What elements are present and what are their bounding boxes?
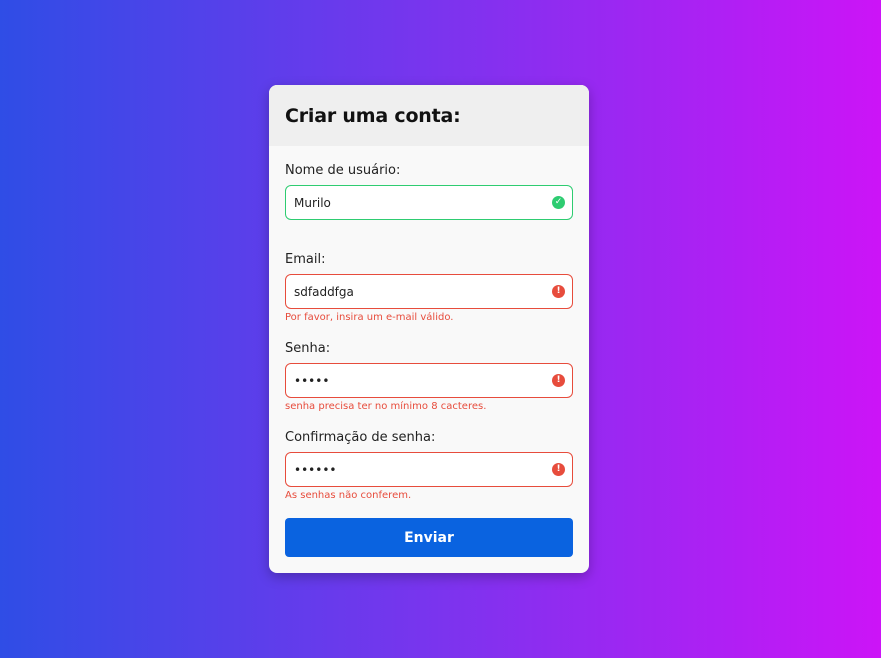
email-error-message: Por favor, insira um e-mail válido. [285, 312, 454, 323]
confirm-password-input-wrap: ! [285, 452, 573, 487]
email-label: Email: [285, 252, 326, 267]
submit-button[interactable]: Enviar [285, 518, 573, 557]
username-input[interactable] [285, 185, 573, 220]
username-field: Nome de usuário: ✓ [285, 162, 573, 251]
signup-card: Criar uma conta: Nome de usuário: ✓ Emai… [269, 85, 589, 573]
form-body: Nome de usuário: ✓ Email: ! Por favor, i… [269, 146, 589, 557]
email-input[interactable] [285, 274, 573, 309]
password-input-wrap: ! [285, 363, 573, 398]
exclamation-circle-icon: ! [552, 285, 565, 298]
confirm-password-field: Confirmação de senha: ! As senhas não co… [285, 429, 573, 518]
email-input-wrap: ! [285, 274, 573, 309]
confirm-password-error-message: As senhas não conferem. [285, 490, 412, 501]
username-label: Nome de usuário: [285, 163, 401, 178]
email-field: Email: ! Por favor, insira um e-mail vál… [285, 251, 573, 340]
form-title: Criar uma conta: [285, 104, 461, 127]
username-input-wrap: ✓ [285, 185, 573, 220]
password-error-message: senha precisa ter no mínimo 8 cacteres. [285, 401, 487, 412]
check-circle-icon: ✓ [552, 196, 565, 209]
exclamation-circle-icon: ! [552, 374, 565, 387]
confirm-password-label: Confirmação de senha: [285, 430, 436, 445]
exclamation-circle-icon: ! [552, 463, 565, 476]
card-header: Criar uma conta: [269, 85, 589, 146]
confirm-password-input[interactable] [285, 452, 573, 487]
password-label: Senha: [285, 341, 331, 356]
password-input[interactable] [285, 363, 573, 398]
password-field: Senha: ! senha precisa ter no mínimo 8 c… [285, 340, 573, 429]
